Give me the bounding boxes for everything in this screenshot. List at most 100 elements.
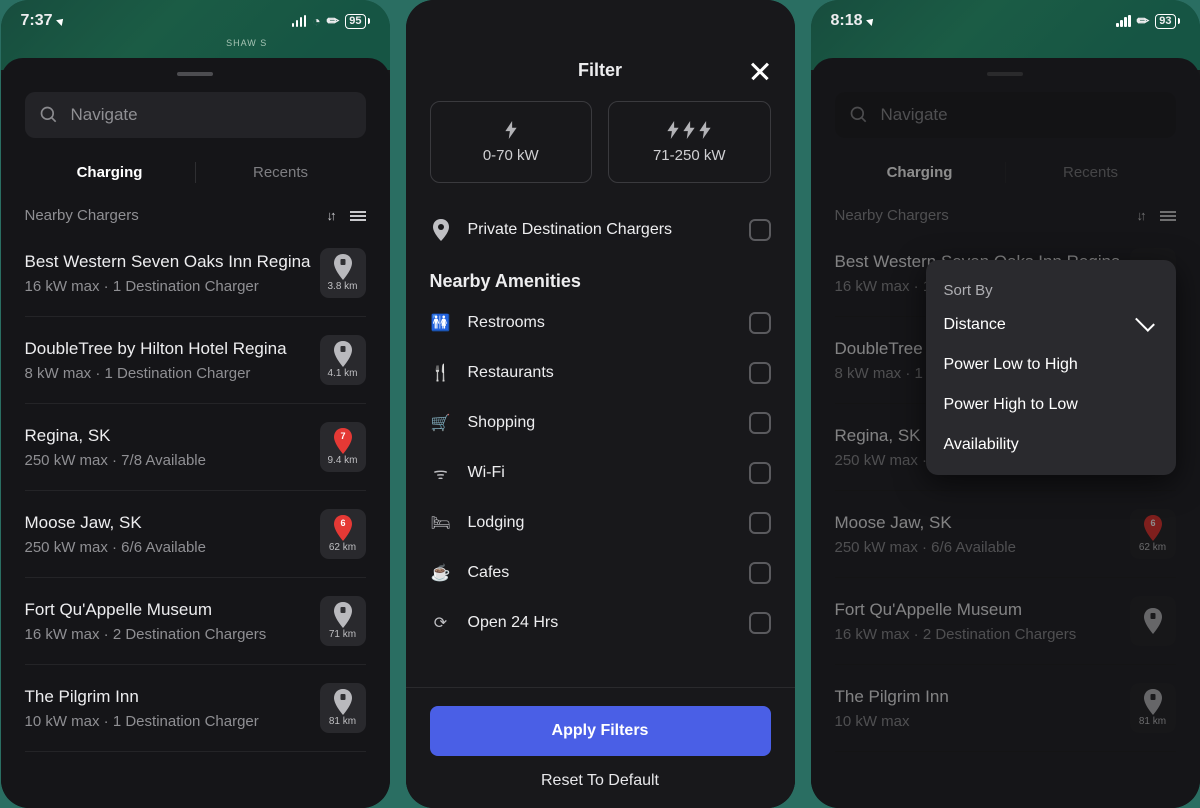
tab-recents[interactable]: Recents bbox=[196, 156, 366, 189]
charger-subtitle: 10 kW max · 1 Destination Charger bbox=[25, 713, 259, 730]
search-input[interactable]: Navigate bbox=[25, 92, 366, 138]
checkbox[interactable] bbox=[749, 362, 771, 384]
amenity-label: Wi-Fi bbox=[468, 464, 733, 482]
tab-charging[interactable]: Charging bbox=[835, 156, 1005, 189]
power-high-label: 71-250 kW bbox=[653, 147, 726, 164]
sort-popover: Sort By Distance Power Low to High Power… bbox=[926, 260, 1176, 475]
distance-text: 4.1 km bbox=[327, 368, 357, 379]
wifi-icon: ◔︎ bbox=[312, 13, 320, 29]
charger-title: Fort Qu'Appelle Museum bbox=[835, 599, 1077, 621]
distance-badge: 81 km bbox=[1130, 683, 1176, 733]
amenity-restrooms[interactable]: 🚻 Restrooms bbox=[430, 298, 771, 348]
search-icon bbox=[849, 105, 869, 125]
checkbox[interactable] bbox=[749, 612, 771, 634]
search-input[interactable]: Navigate bbox=[835, 92, 1176, 138]
charger-subtitle: 10 kW max bbox=[835, 713, 949, 730]
distance-text: 81 km bbox=[1139, 716, 1166, 727]
restaurants-icon: 🍴 bbox=[430, 363, 452, 383]
amenity-restaurants[interactable]: 🍴 Restaurants bbox=[430, 348, 771, 398]
amenity-label: Open 24 Hrs bbox=[468, 614, 733, 632]
distance-badge: 6 62 km bbox=[1130, 509, 1176, 559]
charger-row[interactable]: Regina, SK 250 kW max · 7/8 Available 7 … bbox=[25, 404, 366, 491]
power-filter-high[interactable]: 71-250 kW bbox=[608, 101, 771, 183]
search-icon bbox=[39, 105, 59, 125]
charger-row[interactable]: Moose Jaw, SK 250 kW max · 6/6 Available… bbox=[25, 491, 366, 578]
time-text: 8:18 bbox=[831, 12, 863, 30]
charger-subtitle: 250 kW max · 6/6 Available bbox=[25, 539, 206, 556]
amenity-lodging[interactable]: 🛏 Lodging bbox=[430, 498, 771, 548]
sort-heading: Sort By bbox=[926, 270, 1176, 305]
reset-default-button[interactable]: Reset To Default bbox=[430, 756, 771, 796]
amenity-wifi[interactable]: ᯤ Wi-Fi bbox=[430, 448, 771, 498]
check-icon bbox=[1135, 312, 1155, 332]
checkbox[interactable] bbox=[749, 219, 771, 241]
charger-subtitle: 16 kW max · 2 Destination Chargers bbox=[835, 626, 1077, 643]
map-pin-icon bbox=[333, 341, 353, 365]
charger-row[interactable]: Moose Jaw, SK 250 kW max · 6/6 Available… bbox=[835, 491, 1176, 578]
amenity-open24[interactable]: ⟳ Open 24 Hrs bbox=[430, 598, 771, 648]
charger-title: Moose Jaw, SK bbox=[25, 512, 206, 534]
restrooms-icon: 🚻 bbox=[430, 313, 452, 333]
sheet-grabber[interactable] bbox=[177, 72, 213, 76]
time-text: 7:37 bbox=[21, 12, 53, 30]
screen-sort-popover: 8:18 ✏︎ 93 Navigate Charging Recents Nea… bbox=[811, 0, 1200, 808]
sort-icon[interactable]: ↓↑ bbox=[327, 208, 334, 223]
amenity-shopping[interactable]: 🛒 Shopping bbox=[430, 398, 771, 448]
search-placeholder: Navigate bbox=[881, 105, 948, 125]
svg-text:6: 6 bbox=[340, 518, 345, 528]
map-pin-icon bbox=[333, 689, 353, 713]
tabs: Charging Recents bbox=[25, 156, 366, 189]
sort-option[interactable]: Power High to Low bbox=[926, 385, 1176, 425]
charger-title: The Pilgrim Inn bbox=[25, 686, 259, 708]
charger-list: Best Western Seven Oaks Inn Regina 16 kW… bbox=[25, 230, 366, 752]
charger-row[interactable]: Fort Qu'Appelle Museum 16 kW max · 2 Des… bbox=[25, 578, 366, 665]
map-pin-icon bbox=[1143, 689, 1163, 713]
checkbox[interactable] bbox=[749, 462, 771, 484]
amenity-label: Restaurants bbox=[468, 364, 733, 382]
distance-badge: 7 9.4 km bbox=[320, 422, 366, 472]
charger-row[interactable]: DoubleTree by Hilton Hotel Regina 8 kW m… bbox=[25, 317, 366, 404]
charger-row[interactable]: Fort Qu'Appelle Museum 16 kW max · 2 Des… bbox=[835, 578, 1176, 665]
bolt-icon bbox=[505, 121, 517, 139]
apply-filters-button[interactable]: Apply Filters bbox=[430, 706, 771, 756]
charger-title: Regina, SK bbox=[25, 425, 206, 447]
sort-option-label: Availability bbox=[944, 436, 1019, 454]
distance-text: 81 km bbox=[329, 716, 356, 727]
charger-title: DoubleTree by Hilton Hotel Regina bbox=[25, 338, 287, 360]
close-icon[interactable] bbox=[749, 60, 771, 82]
checkbox[interactable] bbox=[749, 562, 771, 584]
charger-row[interactable]: Best Western Seven Oaks Inn Regina 16 kW… bbox=[25, 230, 366, 317]
amenity-label: Lodging bbox=[468, 514, 733, 532]
cellular-icon bbox=[292, 15, 307, 27]
sort-option[interactable]: Availability bbox=[926, 425, 1176, 465]
charger-subtitle: 250 kW max · 7/8 Available bbox=[25, 452, 206, 469]
sort-option[interactable]: Power Low to High bbox=[926, 345, 1176, 385]
filter-icon[interactable] bbox=[350, 209, 366, 223]
map-pin-icon bbox=[1143, 608, 1163, 632]
charger-title: Fort Qu'Appelle Museum bbox=[25, 599, 267, 621]
amenity-label: Cafes bbox=[468, 564, 733, 582]
svg-text:7: 7 bbox=[340, 431, 345, 441]
checkbox[interactable] bbox=[749, 512, 771, 534]
sheet-grabber[interactable] bbox=[987, 72, 1023, 76]
charger-title: Best Western Seven Oaks Inn Regina bbox=[25, 251, 311, 273]
amenity-label: Restrooms bbox=[468, 314, 733, 332]
tab-charging[interactable]: Charging bbox=[25, 156, 195, 189]
checkbox[interactable] bbox=[749, 312, 771, 334]
section-label: Nearby Chargers bbox=[25, 207, 139, 224]
checkbox[interactable] bbox=[749, 412, 771, 434]
distance-text: 3.8 km bbox=[327, 281, 357, 292]
amenity-cafes[interactable]: ☕ Cafes bbox=[430, 548, 771, 598]
charger-row[interactable]: The Pilgrim Inn 10 kW max · 1 Destinatio… bbox=[25, 665, 366, 752]
filter-icon[interactable] bbox=[1160, 209, 1176, 223]
tabs: Charging Recents bbox=[835, 156, 1176, 189]
charger-row[interactable]: The Pilgrim Inn 10 kW max 81 km bbox=[835, 665, 1176, 752]
private-chargers-toggle[interactable]: Private Destination Chargers bbox=[430, 205, 771, 255]
distance-text: 62 km bbox=[329, 542, 356, 553]
sort-option[interactable]: Distance bbox=[926, 305, 1176, 345]
sort-icon[interactable]: ↓↑ bbox=[1137, 208, 1144, 223]
map-pin-icon bbox=[333, 602, 353, 626]
tab-recents[interactable]: Recents bbox=[1006, 156, 1176, 189]
distance-badge: 4.1 km bbox=[320, 335, 366, 385]
power-filter-low[interactable]: 0-70 kW bbox=[430, 101, 593, 183]
